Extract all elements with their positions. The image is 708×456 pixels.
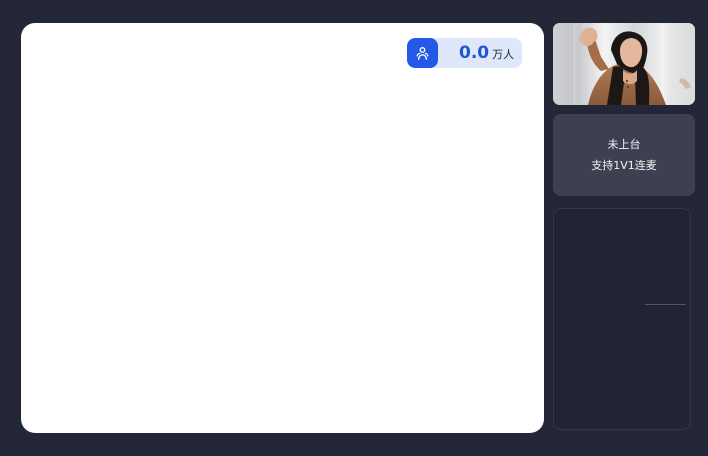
viewer-count-number: 0.0 <box>459 43 490 63</box>
presenter-image <box>553 23 695 105</box>
main-video-stage[interactable]: 0.0 万人 <box>21 23 544 433</box>
panel-divider-line <box>645 304 686 305</box>
viewer-count-unit: 万人 <box>492 48 515 61</box>
seat-status-text: 未上台 <box>607 138 641 151</box>
viewer-count-text: 0.0 万人 <box>459 42 514 64</box>
users-icon <box>407 38 438 68</box>
seat-status-card[interactable]: 未上台 支持1V1连麦 <box>553 114 695 196</box>
viewer-count-badge: 0.0 万人 <box>407 38 522 68</box>
seat-support-text: 支持1V1连麦 <box>591 159 657 172</box>
empty-video-panel[interactable] <box>553 208 691 430</box>
presenter-video-thumbnail[interactable] <box>553 23 695 105</box>
